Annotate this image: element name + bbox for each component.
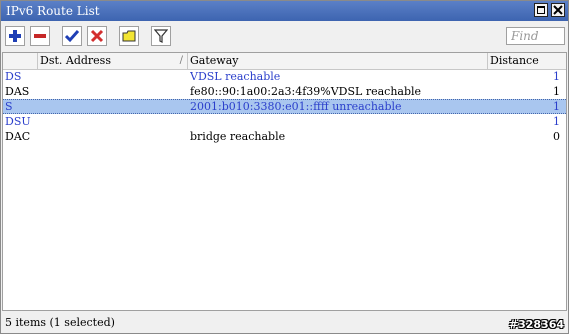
maximize-icon xyxy=(537,6,545,14)
gateway-cell: VDSL reachable xyxy=(190,70,281,83)
comment-icon xyxy=(122,30,136,42)
filter-icon xyxy=(154,29,168,43)
filter-button[interactable] xyxy=(151,26,171,46)
distance-cell: 1 xyxy=(553,85,560,98)
distance-cell: 1 xyxy=(553,70,560,83)
flags-cell: DS xyxy=(5,70,22,83)
search-input[interactable] xyxy=(506,27,565,45)
table-row[interactable]: DAS::/0fe80::90:1a00:2a3:4f39%VDSL reach… xyxy=(3,84,566,99)
flags-cell: S xyxy=(5,100,13,113)
close-icon xyxy=(553,5,563,15)
table-row[interactable]: S::/02001:b010:3380:e01::ffff unreachabl… xyxy=(3,99,566,114)
distance-cell: 0 xyxy=(553,130,560,143)
status-summary: 5 items (1 selected) xyxy=(5,316,115,329)
add-button[interactable] xyxy=(5,26,25,46)
column-dst-address[interactable]: Dst. Address / xyxy=(38,53,188,69)
column-distance[interactable]: Distance xyxy=(488,53,566,69)
table-row[interactable]: DS::/0VDSL reachable1 xyxy=(3,69,566,84)
enable-button[interactable] xyxy=(62,26,82,46)
distance-cell: 1 xyxy=(553,100,560,113)
add-icon xyxy=(9,30,21,42)
column-flags[interactable] xyxy=(3,53,38,69)
close-button[interactable] xyxy=(551,3,565,17)
disable-button[interactable] xyxy=(87,26,107,46)
table-header: Dst. Address / Gateway Distance xyxy=(3,53,566,70)
maximize-button[interactable] xyxy=(534,3,548,17)
flags-cell: DSU xyxy=(5,115,31,128)
sort-icon: / xyxy=(179,55,183,66)
title-bar[interactable]: IPv6 Route List xyxy=(1,1,568,21)
remove-icon xyxy=(34,34,46,38)
gateway-cell: bridge reachable xyxy=(190,130,286,143)
flags-cell: DAS xyxy=(5,85,30,98)
remove-button[interactable] xyxy=(30,26,50,46)
table-row[interactable]: DSU2001:b010:3380:e01::/641 xyxy=(3,114,566,129)
window-title: IPv6 Route List xyxy=(6,4,100,18)
gateway-cell: 2001:b010:3380:e01::ffff unreachable xyxy=(190,100,402,113)
status-id: #328364 xyxy=(508,318,564,331)
flags-cell: DAC xyxy=(5,130,31,143)
column-gateway[interactable]: Gateway xyxy=(188,53,488,69)
distance-cell: 1 xyxy=(553,115,560,128)
gateway-cell: fe80::90:1a00:2a3:4f39%VDSL reachable xyxy=(190,85,422,98)
column-dst-address-label: Dst. Address xyxy=(40,54,111,67)
status-bar: 5 items (1 selected) #328364 xyxy=(1,313,568,333)
table-row[interactable]: DAC2001:b010:3380:e01::/64bridge reachab… xyxy=(3,129,566,144)
route-list-window: IPv6 Route List Find Dst. Address / Gate… xyxy=(0,0,569,334)
enable-icon xyxy=(65,30,79,43)
disable-icon xyxy=(90,29,104,43)
toolbar xyxy=(1,23,568,51)
comment-button[interactable] xyxy=(119,26,139,46)
route-table: Dst. Address / Gateway Distance DS::/0VD… xyxy=(2,52,567,311)
